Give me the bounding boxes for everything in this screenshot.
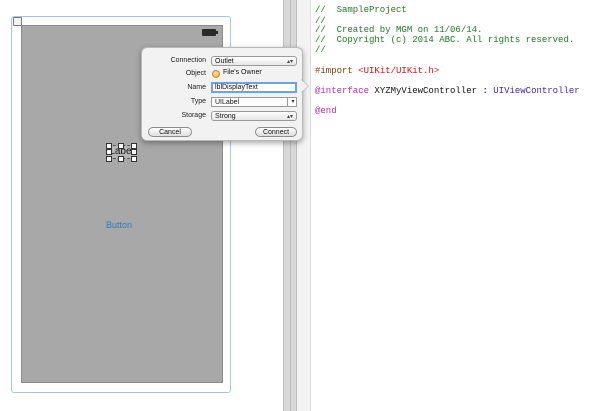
battery-icon — [202, 29, 218, 36]
storage-select[interactable]: Strong ▴▾ — [211, 111, 297, 121]
interface-keyword: @interface — [315, 86, 370, 96]
selection-handle-icon[interactable] — [131, 156, 137, 162]
code-line-comment: // Copyright (c) 2014 ABC. All rights re… — [315, 35, 575, 45]
code-line-import: #import <UIKit/UIKit.h> — [315, 66, 439, 76]
name-field[interactable]: lblDisplayText — [211, 82, 297, 93]
superclass-name: UIViewController — [493, 86, 580, 96]
type-combo-field[interactable]: UILabel — [211, 97, 297, 107]
cancel-button[interactable]: Cancel — [148, 127, 192, 137]
files-owner-icon — [212, 70, 220, 78]
code-line-end: @end — [315, 106, 337, 116]
import-path: <UIKit/UIKit.h> — [358, 66, 440, 76]
inheritance-colon: : — [482, 86, 488, 96]
code-editor[interactable] — [297, 0, 605, 411]
storage-label: Storage — [181, 112, 206, 119]
selection-handle-icon[interactable] — [118, 143, 124, 149]
selection-handle-icon[interactable] — [118, 156, 124, 162]
storage-value: Strong — [215, 113, 236, 120]
selection-handle-icon[interactable] — [106, 149, 112, 155]
code-line-comment: // SampleProject — [315, 5, 407, 15]
chevron-down-icon[interactable]: ▾ — [287, 97, 298, 107]
popup-arrows-icon: ▴▾ — [286, 114, 293, 120]
code-line-comment: // — [315, 45, 326, 55]
code-line-comment: // Created by MGM on 11/06/14. — [315, 25, 483, 35]
connection-select[interactable]: Outlet ▴▾ — [211, 56, 297, 66]
connection-value: Outlet — [215, 58, 234, 65]
import-directive: #import — [315, 66, 353, 76]
class-name: XYZMyViewController — [374, 86, 478, 96]
connection-label: Connection — [170, 57, 206, 64]
object-label: Object — [185, 70, 206, 77]
popup-arrows-icon: ▴▾ — [286, 59, 293, 65]
connect-button[interactable]: Connect — [255, 127, 297, 137]
selection-handle-icon[interactable] — [106, 156, 112, 162]
popover-arrow — [300, 79, 308, 93]
type-label: Type — [190, 98, 206, 105]
object-value: File's Owner — [223, 69, 262, 76]
selection-handle-icon[interactable] — [131, 149, 137, 155]
name-label: Name — [187, 84, 206, 91]
code-line-interface: @interface XYZMyViewController : UIViewC… — [315, 86, 580, 96]
button-widget[interactable]: Button — [106, 220, 132, 230]
